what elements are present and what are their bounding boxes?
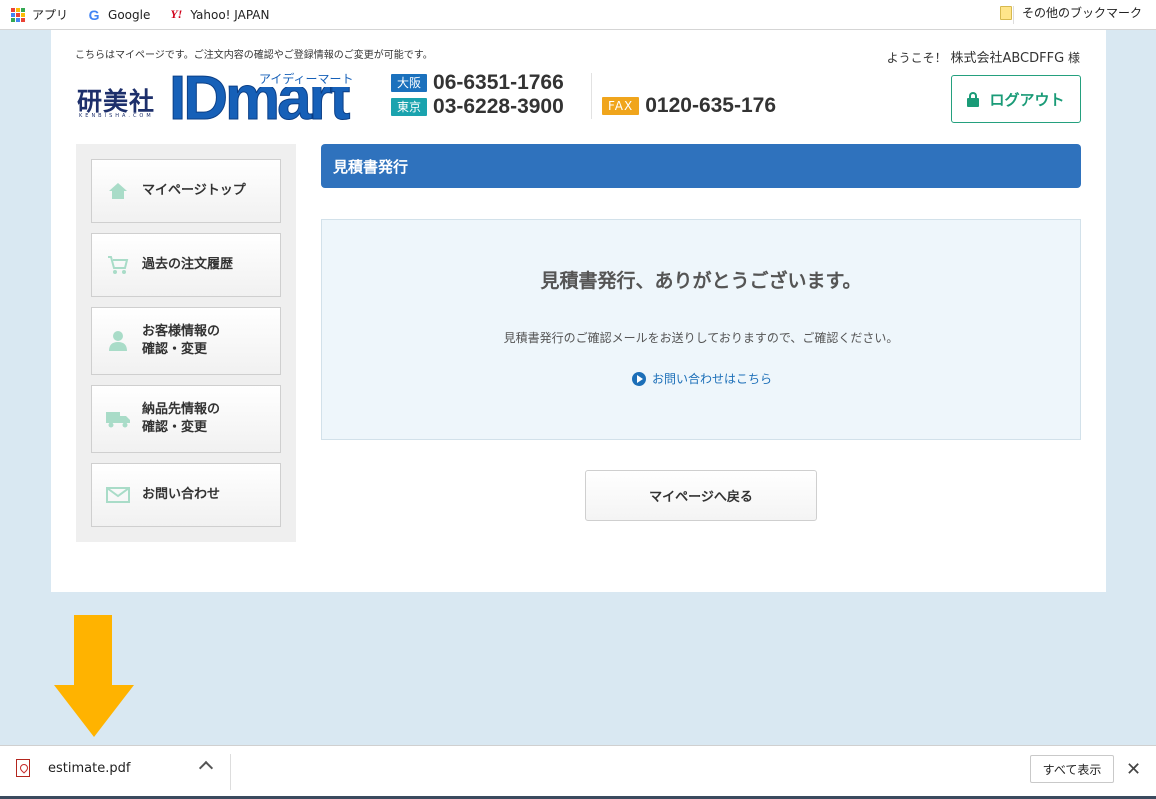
logo-kana: アイディーマート xyxy=(257,70,356,87)
google-icon: G xyxy=(88,6,100,23)
fax-number: 0120-635-176 xyxy=(645,94,777,117)
phone-divider xyxy=(591,73,592,119)
bookmark-other-label: その他のブックマーク xyxy=(1021,6,1142,20)
bookmark-apps-label: アプリ xyxy=(32,8,69,22)
osaka-number: 06-6351-1766 xyxy=(433,71,564,94)
unlock-icon xyxy=(967,91,980,107)
download-file-name: estimate.pdf xyxy=(48,760,131,776)
bookmark-google[interactable]: G Google xyxy=(86,4,151,26)
header-note: こちらはマイページです。ご注文内容の確認やご登録情報のご変更が可能です。 xyxy=(75,50,433,61)
bookmark-google-label: Google xyxy=(108,7,151,22)
yahoo-icon: Y! xyxy=(170,7,183,21)
phone-osaka: 大阪 06-6351-1766 xyxy=(391,71,564,95)
sidebar-item-contact[interactable]: お問い合わせ xyxy=(91,463,281,527)
welcome-suffix: 様 xyxy=(1067,51,1080,65)
sidebar-item-label: 納品先情報の 確認・変更 xyxy=(142,401,220,437)
welcome-message: ようこそ！ 株式会社ABCDFFG 様 xyxy=(887,47,1080,66)
logo-kanji-sub: KENBISHA.COM xyxy=(79,113,154,119)
apps-grid-icon xyxy=(10,7,26,23)
label-line-2: 確認・変更 xyxy=(142,342,208,357)
page-container: こちらはマイページです。ご注文内容の確認やご登録情報のご変更が可能です。 ようこ… xyxy=(51,30,1106,592)
tokyo-number: 03-6228-3900 xyxy=(433,95,564,118)
play-circle-icon xyxy=(632,371,646,386)
user-name: 株式会社ABCDFFG xyxy=(950,51,1065,66)
logout-button[interactable]: ログアウト xyxy=(951,75,1081,123)
chevron-up-icon[interactable] xyxy=(198,760,214,776)
back-to-mypage-button[interactable]: マイページへ戻る xyxy=(585,470,817,521)
truck-icon xyxy=(106,407,130,431)
thanks-text: 見積書発行のご確認メールをお送りしておりますので、ご確認ください。 xyxy=(503,331,899,345)
user-icon xyxy=(106,329,130,353)
phone-numbers: 大阪 06-6351-1766 東京 03-6228-3900 xyxy=(391,71,564,119)
download-divider xyxy=(230,754,231,790)
show-all-button[interactable]: すべて表示 xyxy=(1030,755,1114,783)
phone-fax: FAX 0120-635-176 xyxy=(602,94,776,118)
thanks-heading: 見積書発行、ありがとうございます。 xyxy=(540,270,862,292)
sidebar-item-label: 過去の注文履歴 xyxy=(142,257,234,272)
inquiry-link[interactable]: お問い合わせはこちら xyxy=(632,370,772,387)
mail-icon xyxy=(106,483,130,507)
logout-label: ログアウト xyxy=(989,90,1065,109)
close-icon[interactable]: ✕ xyxy=(1126,759,1141,780)
welcome-prefix: ようこそ！ xyxy=(886,51,947,65)
sidebar-item-mypage-top[interactable]: マイページトップ xyxy=(91,159,281,223)
label-line-1: お客様情報の xyxy=(142,324,221,339)
download-item[interactable]: estimate.pdf xyxy=(16,759,130,777)
sidebar-item-delivery-info[interactable]: 納品先情報の 確認・変更 xyxy=(91,385,281,453)
sidebar: マイページトップ 過去の注文履歴 お客様情報の 確認・変更 納品先情報の 確認・… xyxy=(76,144,296,542)
label-line-2: 確認・変更 xyxy=(142,420,208,435)
sidebar-item-label: お客様情報の 確認・変更 xyxy=(142,323,220,359)
sidebar-item-order-history[interactable]: 過去の注文履歴 xyxy=(91,233,281,297)
pdf-file-icon xyxy=(16,759,30,777)
bookmark-apps[interactable]: アプリ xyxy=(10,4,68,26)
download-bar: estimate.pdf すべて表示 ✕ xyxy=(0,745,1156,799)
bookmark-yahoo[interactable]: Y! Yahoo! JAPAN xyxy=(168,4,269,26)
bookmarks-bar: アプリ G Google Y! Yahoo! JAPAN その他のブックマーク xyxy=(0,0,1156,30)
bookmark-other[interactable]: その他のブックマーク xyxy=(999,4,1142,21)
tokyo-tag: 東京 xyxy=(391,98,428,116)
fax-tag: FAX xyxy=(602,97,640,115)
down-arrow-icon xyxy=(54,615,134,737)
label-line-1: 納品先情報の xyxy=(142,402,221,417)
osaka-tag: 大阪 xyxy=(391,74,428,92)
sidebar-item-label: お問い合わせ xyxy=(142,487,221,502)
cart-icon xyxy=(106,253,130,277)
thanks-panel: 見積書発行、ありがとうございます。 見積書発行のご確認メールをお送りしております… xyxy=(321,219,1081,440)
folder-icon xyxy=(999,5,1012,20)
phone-tokyo: 東京 03-6228-3900 xyxy=(391,95,564,119)
inquiry-link-label: お問い合わせはこちら xyxy=(652,372,773,386)
sidebar-item-customer-info[interactable]: お客様情報の 確認・変更 xyxy=(91,307,281,375)
site-logo[interactable]: 研美社 KENBISHA.COM IDmart アイディーマート xyxy=(77,67,367,130)
sidebar-item-label: マイページトップ xyxy=(142,183,246,198)
bookmark-yahoo-label: Yahoo! JAPAN xyxy=(190,7,270,22)
page-title: 見積書発行 xyxy=(321,144,1081,188)
home-icon xyxy=(106,179,130,203)
